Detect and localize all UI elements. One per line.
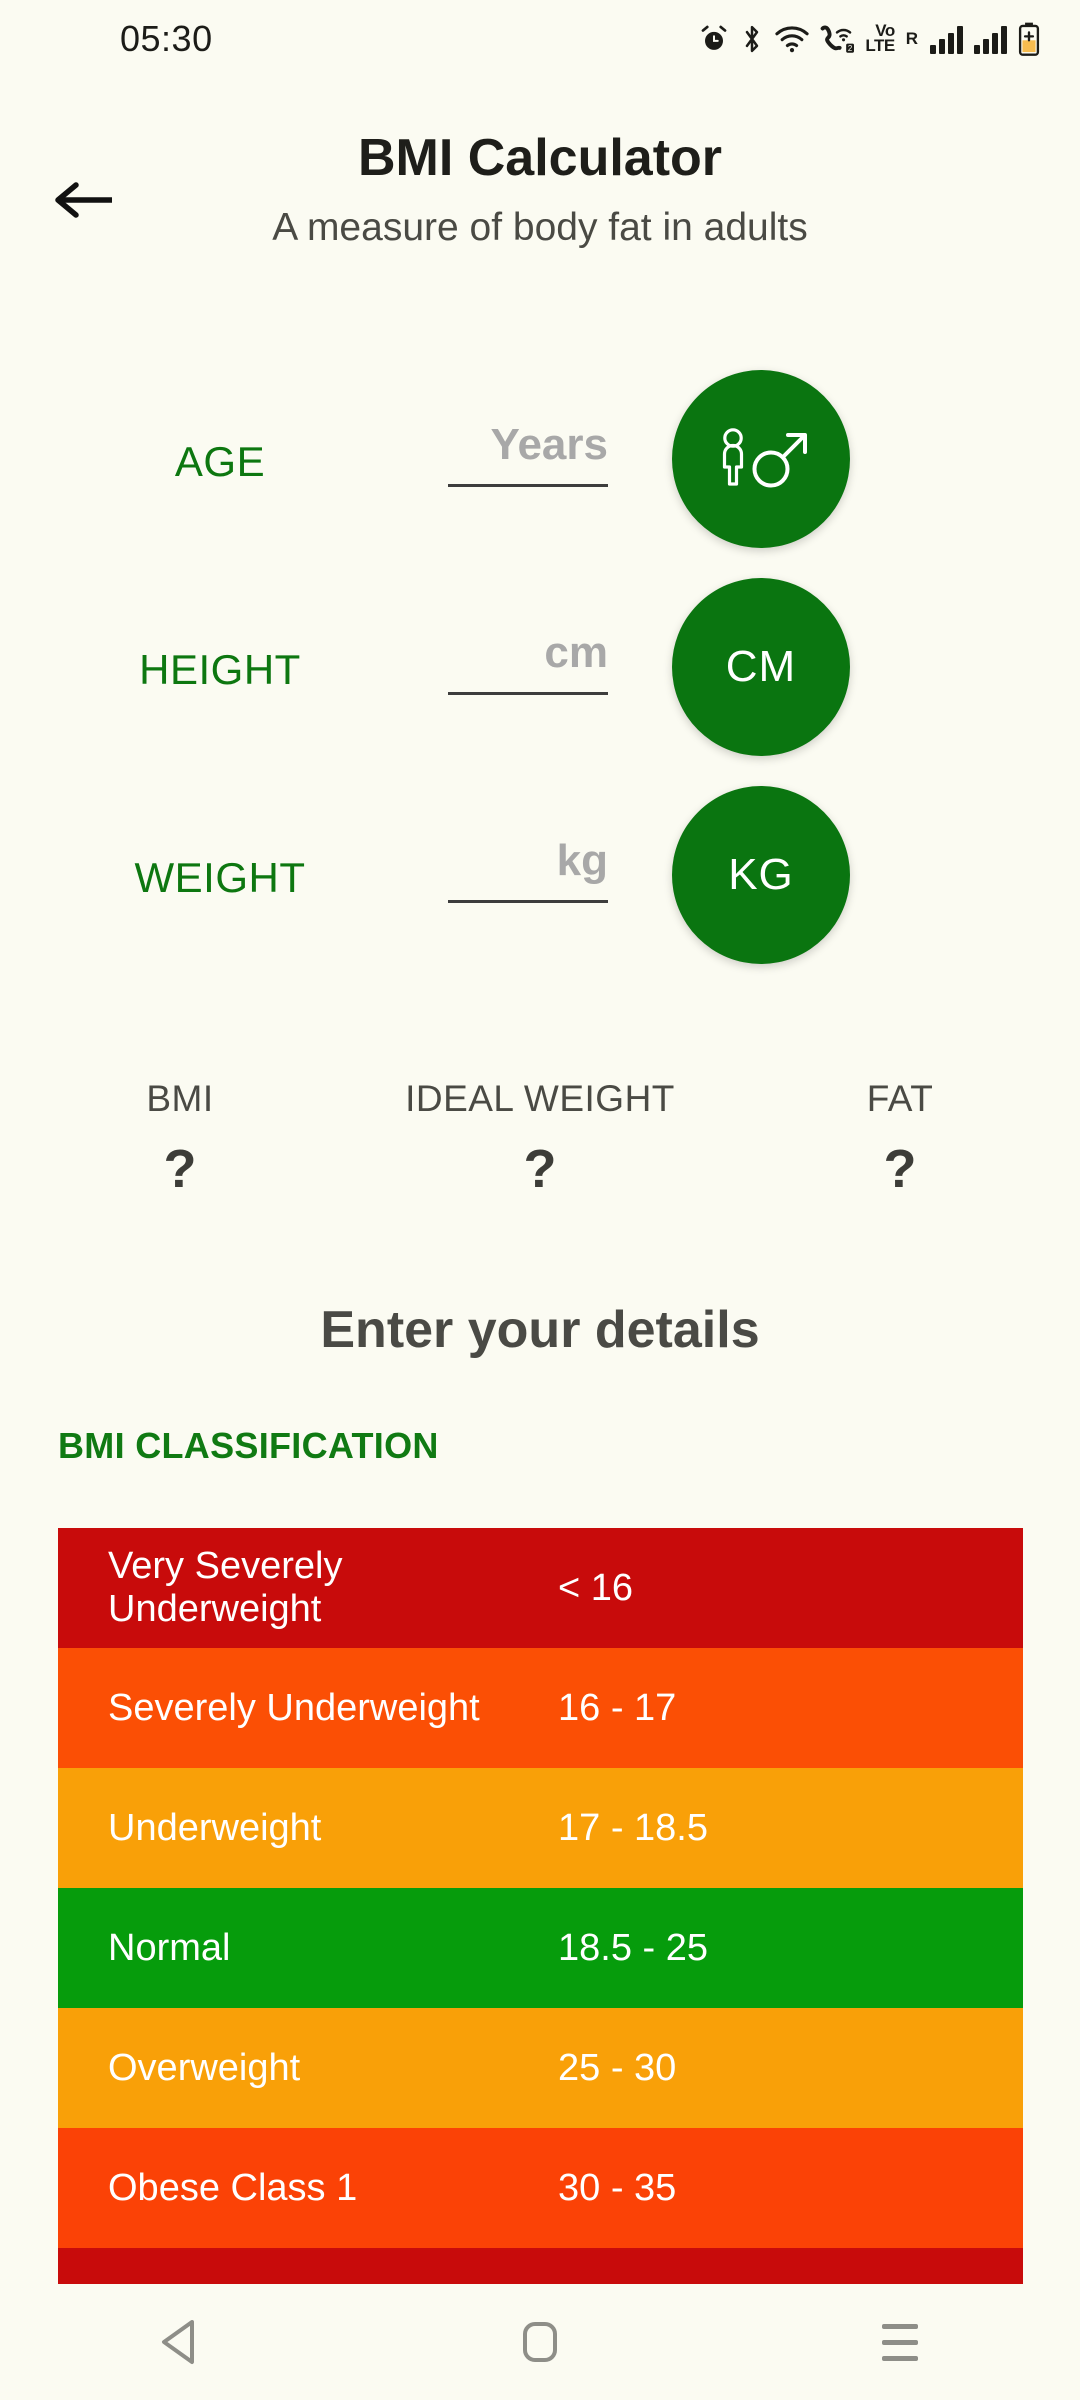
classification-range: 30 - 35 xyxy=(558,2166,677,2209)
status-bar: 05:30 2 Vo LTE R xyxy=(0,0,1080,78)
table-row: Overweight 25 - 30 xyxy=(58,2008,1023,2128)
classification-category: Overweight xyxy=(108,2046,301,2089)
volte-bottom-text: LTE xyxy=(865,36,895,55)
weight-unit-button[interactable]: KG xyxy=(672,786,850,964)
nav-home-button[interactable] xyxy=(460,2297,620,2387)
male-gender-icon xyxy=(722,428,807,488)
gender-toggle-button[interactable] xyxy=(672,370,850,548)
fat-result-label: FAT xyxy=(866,1078,934,1119)
weight-field-wrap[interactable]: kg xyxy=(448,836,608,903)
height-label: HEIGHT xyxy=(139,646,301,693)
classification-range: 17 - 18.5 xyxy=(558,1806,708,1849)
classification-category: Severely Underweight xyxy=(108,1686,480,1729)
svg-text:2: 2 xyxy=(848,44,852,53)
enter-details-prompt: Enter your details xyxy=(320,1301,760,1359)
battery-icon xyxy=(1018,22,1040,56)
weight-label: WEIGHT xyxy=(134,854,306,901)
table-row: Severely Underweight 16 - 17 xyxy=(58,1648,1023,1768)
wifi-icon xyxy=(775,24,809,54)
ideal-weight-result-label: IDEAL WEIGHT xyxy=(405,1078,675,1119)
fat-result-value: ? xyxy=(883,1139,917,1199)
signal-bars-2-icon xyxy=(974,24,1007,54)
bmi-result-value: ? xyxy=(163,1139,197,1199)
nav-back-button[interactable] xyxy=(100,2297,260,2387)
roaming-icon: R xyxy=(905,29,918,48)
page-title: BMI Calculator xyxy=(357,129,723,187)
table-row: Underweight 17 - 18.5 xyxy=(58,1768,1023,1888)
bmi-result: BMI ? xyxy=(0,1078,360,1200)
bluetooth-icon xyxy=(740,24,764,54)
page-subtitle: A measure of body fat in adults xyxy=(272,206,808,249)
height-unit-button[interactable]: CM xyxy=(672,578,850,756)
weight-underline xyxy=(448,900,608,903)
classification-category: Very Severely Underweight xyxy=(108,1545,343,1630)
classification-heading: BMI CLASSIFICATION xyxy=(58,1425,439,1466)
age-field-wrap[interactable]: Years xyxy=(448,420,608,487)
nav-recents-button[interactable] xyxy=(820,2297,980,2387)
ideal-weight-result: IDEAL WEIGHT ? xyxy=(360,1078,720,1200)
classification-category: Underweight xyxy=(108,1806,322,1849)
table-row: Normal 18.5 - 25 xyxy=(58,1888,1023,2008)
volte-icon: Vo LTE xyxy=(865,22,895,55)
weight-input[interactable]: kg xyxy=(448,836,608,900)
height-field-wrap[interactable]: cm xyxy=(448,628,608,695)
alarm-icon xyxy=(699,24,729,54)
table-row: Very Severely Underweight < 16 xyxy=(58,1528,1023,1648)
age-label: AGE xyxy=(174,438,266,485)
height-underline xyxy=(448,692,608,695)
ideal-weight-result-value: ? xyxy=(523,1139,557,1199)
fat-result: FAT ? xyxy=(720,1078,1080,1200)
status-clock: 05:30 xyxy=(120,18,213,59)
status-icon-tray: 2 Vo LTE R xyxy=(699,22,1040,56)
classification-category: Normal xyxy=(108,1926,231,1969)
weight-row: WEIGHT kg KG xyxy=(0,778,1080,986)
bmi-result-label: BMI xyxy=(146,1078,214,1119)
system-navigation-bar xyxy=(0,2284,1080,2400)
signal-bars-1-icon xyxy=(930,24,963,54)
age-input[interactable]: Years xyxy=(448,420,608,484)
results-row: BMI ? IDEAL WEIGHT ? FAT ? xyxy=(0,1078,1080,1200)
classification-range: 16 - 17 xyxy=(558,1686,677,1729)
bmi-classification-table[interactable]: Very Severely Underweight < 16 Severely Un… xyxy=(58,1528,1023,2378)
classification-range: 18.5 - 25 xyxy=(558,1926,708,1969)
height-input[interactable]: cm xyxy=(448,628,608,692)
nav-back-triangle-icon xyxy=(162,2320,194,2364)
classification-range: 25 - 30 xyxy=(558,2046,677,2089)
classification-category: Obese Class 1 xyxy=(108,2166,358,2209)
input-section: AGE Years HEIGHT cm CM WEIGHT kg KG xyxy=(0,362,1080,986)
height-row: HEIGHT cm CM xyxy=(0,570,1080,778)
age-row: AGE Years xyxy=(0,362,1080,570)
call-wifi-icon: 2 xyxy=(820,24,855,54)
table-row: Obese Class 1 30 - 35 xyxy=(58,2128,1023,2248)
age-underline xyxy=(448,484,608,487)
classification-range: < 16 xyxy=(558,1566,634,1609)
nav-recents-hamburger-icon xyxy=(882,2323,918,2361)
nav-home-square-icon xyxy=(523,2322,557,2362)
